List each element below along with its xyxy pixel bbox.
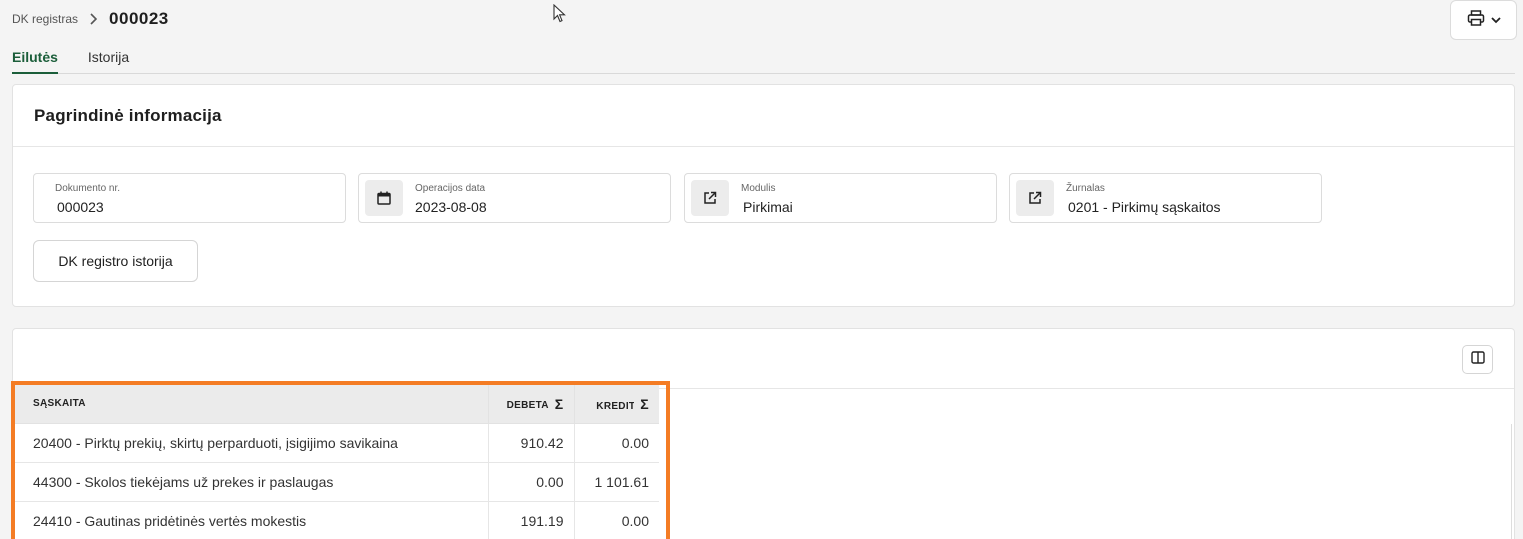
table-row[interactable]: 44300 - Skolos tiekėjams už prekes ir pa… [15, 462, 659, 502]
cell-credit: 1 101.61 [573, 462, 659, 502]
cell-debit: 191.19 [487, 501, 574, 539]
cursor-icon [553, 3, 567, 29]
document-number-field[interactable]: Dokumento nr. 000023 [33, 173, 346, 223]
module-label: Modulis [741, 183, 776, 194]
table-row[interactable]: 20400 - Pirktų prekių, skirtų perparduot… [15, 423, 659, 463]
journal-value: 0201 - Pirkimų sąskaitos [1068, 199, 1221, 215]
columns-icon [1470, 350, 1485, 369]
scroll-edge [1511, 424, 1514, 539]
module-value: Pirkimai [743, 199, 793, 215]
cell-account: 20400 - Pirktų prekių, skirtų perparduot… [15, 423, 488, 463]
breadcrumb: DK registras 000023 [12, 8, 169, 30]
main-info-card: Pagrindinė informacija Dokumento nr. 000… [12, 84, 1515, 307]
sum-icon[interactable]: Σ [555, 396, 564, 412]
operation-date-label: Operacijos data [415, 183, 486, 194]
page-title: 000023 [109, 9, 169, 28]
print-menu-button[interactable] [1450, 0, 1517, 40]
external-link-icon[interactable] [691, 180, 729, 216]
table-header-row: SĄSKAITA DEBETAΣ KREDITASΣ [15, 385, 659, 424]
external-link-icon[interactable] [1016, 180, 1054, 216]
document-number-value: 000023 [57, 199, 104, 215]
sum-icon[interactable]: Σ [640, 396, 649, 412]
tab-eilutes[interactable]: Eilutės [12, 46, 58, 74]
cell-account: 44300 - Skolos tiekėjams už prekes ir pa… [15, 462, 488, 502]
document-number-label: Dokumento nr. [55, 183, 121, 194]
calendar-icon[interactable] [365, 180, 403, 216]
ledger-lines-table: SĄSKAITA DEBETAΣ KREDITASΣ 20400 - Pirkt… [15, 385, 659, 539]
journal-label: Žurnalas [1066, 183, 1105, 194]
breadcrumb-root-link[interactable]: DK registras [12, 12, 78, 26]
column-header-debit[interactable]: DEBETA Σ [487, 385, 574, 424]
chevron-right-icon [89, 13, 98, 25]
table-row[interactable]: 24410 - Gautinas pridėtinės vertės mokes… [15, 501, 659, 539]
column-settings-button[interactable] [1462, 345, 1493, 374]
chevron-down-icon [1490, 11, 1501, 29]
printer-icon [1467, 9, 1485, 31]
cell-debit: 0.00 [487, 462, 574, 502]
cell-debit: 910.42 [487, 423, 574, 463]
tab-istorija[interactable]: Istorija [88, 46, 129, 74]
tab-bar: Eilutės Istorija [12, 46, 1515, 74]
column-header-credit[interactable]: KREDITASΣ [573, 385, 659, 424]
operation-date-value: 2023-08-08 [415, 199, 487, 215]
dk-register-history-button[interactable]: DK registro istorija [33, 240, 198, 282]
journal-field[interactable]: Žurnalas 0201 - Pirkimų sąskaitos [1009, 173, 1322, 223]
cell-account: 24410 - Gautinas pridėtinės vertės mokes… [15, 501, 488, 539]
operation-date-field[interactable]: Operacijos data 2023-08-08 [358, 173, 671, 223]
cell-credit: 0.00 [573, 423, 659, 463]
cell-credit: 0.00 [573, 501, 659, 539]
column-header-account[interactable]: SĄSKAITA [15, 385, 488, 424]
module-field[interactable]: Modulis Pirkimai [684, 173, 997, 223]
main-info-title: Pagrindinė informacija [13, 85, 1514, 147]
